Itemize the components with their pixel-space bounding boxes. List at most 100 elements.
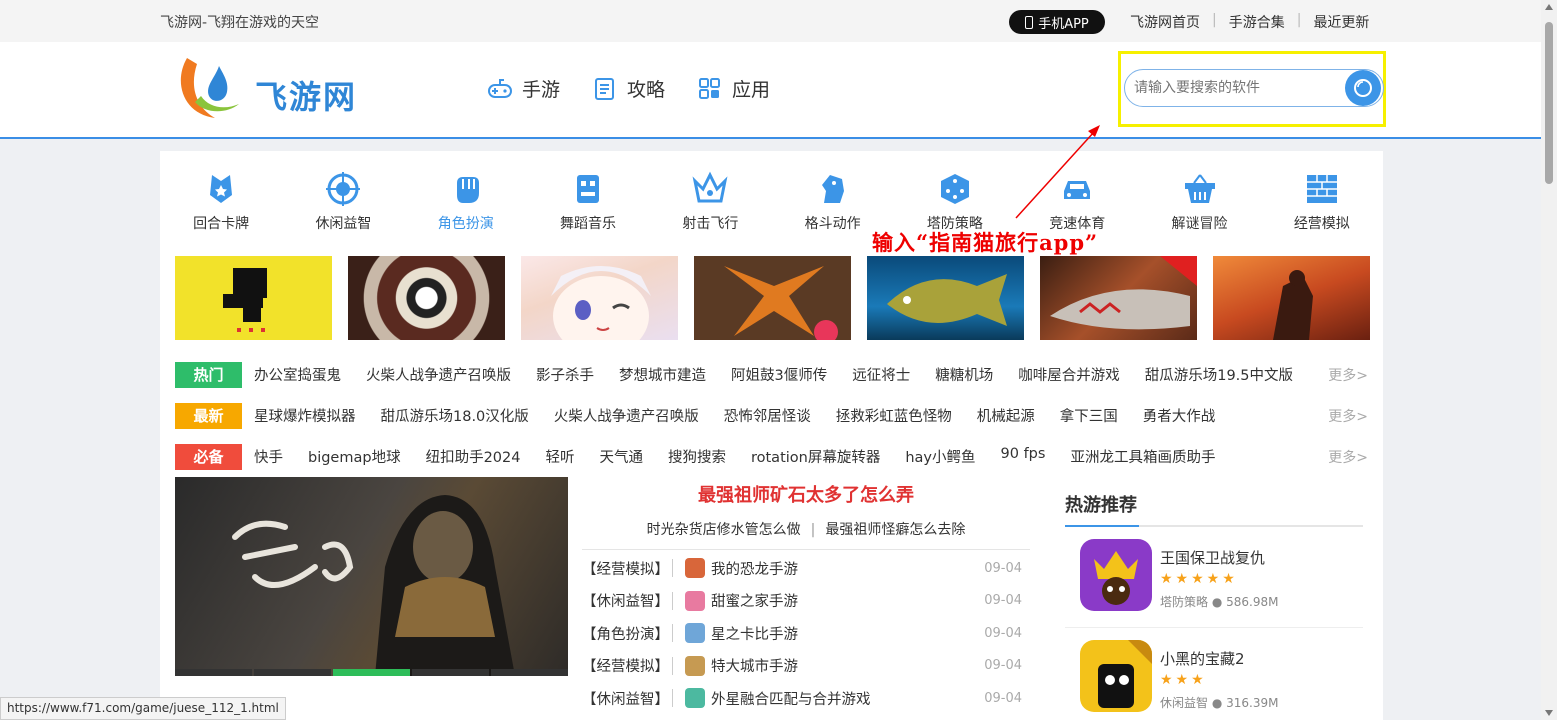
logo-mark-icon [180,58,239,118]
slider-dot-active[interactable] [333,669,410,676]
hot-game-item[interactable]: 小黑的宝藏2 ★★★ 休闲益智 ● 316.39M [1065,628,1363,720]
news-title[interactable]: 甜蜜之家手游 [711,590,798,611]
tag-link[interactable]: 咖啡屋合并游戏 [1018,364,1120,385]
news-row[interactable]: 【休闲益智】 外星融合匹配与合并游戏 09-04 [582,682,1030,715]
tag-link[interactable]: 拿下三国 [1060,405,1118,426]
tag-link[interactable]: 远征将士 [852,364,910,385]
category-rpg[interactable]: 角色扮演 [405,171,527,233]
tag-link[interactable]: 梦想城市建造 [619,364,706,385]
news-sublink[interactable]: 时光杂货店修水管怎么做 [647,522,801,538]
category-label: 经营模拟 [1293,216,1350,232]
game-thumbnail[interactable] [348,256,505,340]
news-row[interactable]: 【经营模拟】 特大城市手游 09-04 [582,650,1030,683]
tag-link[interactable]: hay小鳄鱼 [905,446,975,467]
game-thumbnail[interactable] [1213,256,1370,340]
tag-link[interactable]: 影子杀手 [536,364,594,385]
category-shooting[interactable]: 射击飞行 [649,171,771,233]
tag-link[interactable]: 快手 [254,446,283,467]
site-logo[interactable]: 飞游网 [175,52,375,122]
hot-game-name[interactable]: 小黑的宝藏2 [1160,648,1245,669]
nav-item-apps[interactable]: 应用 [697,75,770,102]
tag-link[interactable]: 轻听 [545,446,574,467]
tag-link[interactable]: 火柴人战争遗产召唤版 [366,364,511,385]
top-link-separator: | [1212,12,1217,28]
news-sublink[interactable]: 最强祖师怪癖怎么去除 [825,522,965,538]
slider-dot[interactable] [412,669,489,676]
featured-banner[interactable] [175,477,568,676]
category-simulation[interactable]: 经营模拟 [1261,171,1383,233]
more-link[interactable]: 更多> [1328,406,1368,426]
news-row[interactable]: 【经营模拟】 我的恐龙手游 09-04 [582,552,1030,585]
news-title[interactable]: 特大城市手游 [711,655,798,676]
tag-link[interactable]: 纽扣助手2024 [426,446,521,467]
news-category[interactable]: 【经营模拟】 [582,655,672,676]
tag-link[interactable]: 亚洲龙工具箱画质助手 [1070,446,1215,467]
game-thumbnail[interactable] [1040,256,1197,340]
scroll-down-icon[interactable] [1545,710,1553,716]
tag-link[interactable]: 糖糖机场 [935,364,993,385]
tag-link[interactable]: 勇者大作战 [1143,405,1216,426]
top-link-latest[interactable]: 最近更新 [1313,12,1369,32]
category-fighting[interactable]: 格斗动作 [771,171,893,233]
slider-dot[interactable] [175,669,252,676]
nav-item-guides[interactable]: 攻略 [592,75,665,102]
hot-game-name[interactable]: 王国保卫战复仇 [1160,547,1265,568]
game-mini-icon [685,590,705,611]
category-label: 射击飞行 [682,216,739,232]
tag-link[interactable]: 办公室捣蛋鬼 [254,364,341,385]
top-link-home[interactable]: 飞游网首页 [1130,12,1200,32]
tag-link[interactable]: 阿姐鼓3偃师传 [731,364,827,385]
nav-item-mobile-games[interactable]: 手游 [487,75,560,102]
category-card[interactable]: 回合卡牌 [160,171,282,233]
tag-link[interactable]: 拯救彩虹蓝色怪物 [836,405,952,426]
category-puzzle[interactable]: 解谜冒险 [1138,171,1260,233]
tag-link[interactable]: 机械起源 [977,405,1035,426]
tag-link[interactable]: 天气通 [599,446,643,467]
nav-label: 攻略 [627,79,666,101]
tag-link[interactable]: 星球爆炸模拟器 [254,405,356,426]
news-row[interactable]: 【休闲益智】 甜蜜之家手游 09-04 [582,585,1030,618]
tag-link[interactable]: 甜瓜游乐场18.0汉化版 [381,405,529,426]
news-title[interactable]: 星之卡比手游 [711,623,798,644]
news-category[interactable]: 【休闲益智】 [582,688,672,709]
news-title[interactable]: 我的恐龙手游 [711,558,798,579]
game-icon[interactable] [1080,539,1152,611]
mobile-app-button[interactable]: 手机APP [1009,10,1105,34]
category-racing[interactable]: 竞速体育 [1016,171,1138,233]
category-music[interactable]: 舞蹈音乐 [527,171,649,233]
game-thumbnail[interactable] [694,256,851,344]
more-link[interactable]: 更多> [1328,447,1368,467]
basket-icon [1184,174,1215,203]
slider-dot[interactable] [491,669,568,676]
category-tower[interactable]: 塔防策略 [894,171,1016,233]
tag-link[interactable]: 火柴人战争遗产召唤版 [554,405,699,426]
slider-dot[interactable] [254,669,331,676]
more-link[interactable]: 更多> [1328,365,1368,385]
tag-link[interactable]: bigemap地球 [308,446,401,467]
scroll-up-icon[interactable] [1545,4,1553,10]
search-button[interactable] [1345,70,1381,106]
news-category[interactable]: 【经营模拟】 [582,558,672,579]
tag-link[interactable]: 恐怖邻居怪谈 [724,405,811,426]
news-category[interactable]: 【角色扮演】 [582,623,672,644]
game-thumbnail[interactable] [175,256,332,340]
category-label: 角色扮演 [437,216,494,232]
page-scrollbar[interactable] [1541,0,1557,720]
game-thumbnail[interactable] [521,256,678,356]
tag-link[interactable]: rotation屏幕旋转器 [751,446,880,467]
news-headline[interactable]: 最强祖师矿石太多了怎么弄 [582,481,1030,507]
game-icon[interactable] [1080,640,1152,712]
news-title[interactable]: 外星融合匹配与合并游戏 [711,688,871,709]
tag-link[interactable]: 搜狗搜索 [668,446,726,467]
tag-link[interactable]: 甜瓜游乐场19.5中文版 [1145,364,1293,385]
news-category[interactable]: 【休闲益智】 [582,590,672,611]
brick-icon [1306,175,1337,203]
game-thumbnail[interactable] [867,256,1024,340]
tag-link[interactable]: 90 fps [1001,446,1046,467]
category-casual[interactable]: 休闲益智 [282,171,404,233]
hot-game-item[interactable]: 王国保卫战复仇 ★★★★★ 塔防策略 ● 586.98M [1065,527,1363,628]
news-list: 【经营模拟】 我的恐龙手游 09-04 【休闲益智】 甜蜜之家手游 09-04 … [582,552,1030,715]
scrollbar-thumb[interactable] [1545,22,1553,184]
top-link-collection[interactable]: 手游合集 [1229,12,1285,32]
news-row[interactable]: 【角色扮演】 星之卡比手游 09-04 [582,617,1030,650]
